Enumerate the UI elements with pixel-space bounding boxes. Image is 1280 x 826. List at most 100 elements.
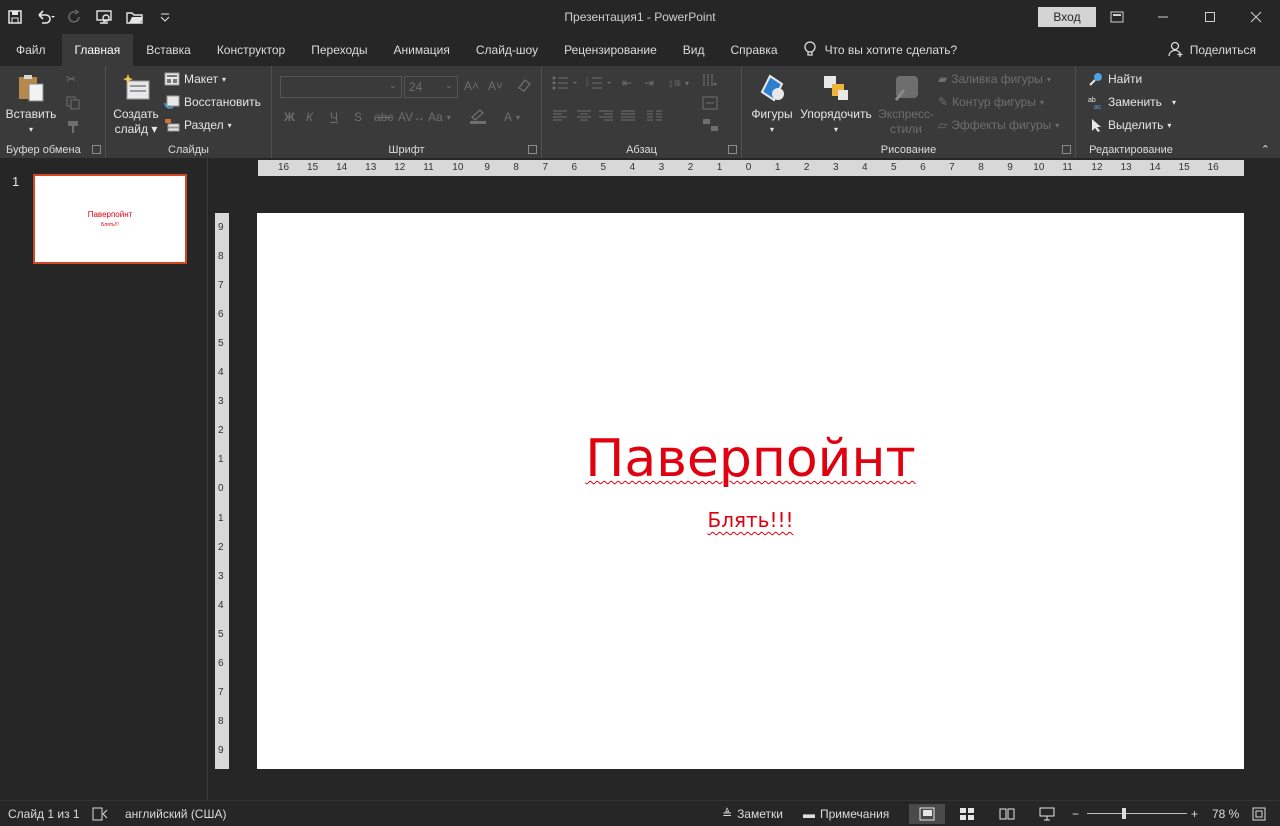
select-button[interactable]: Выделить ▾ <box>1088 118 1171 132</box>
language-indicator[interactable]: английский (США) <box>125 801 226 826</box>
reset-button[interactable]: Восстановить <box>164 95 261 109</box>
paste-button[interactable]: Вставить ▾ <box>6 72 56 137</box>
arrange-label: Упорядочить <box>800 107 872 121</box>
tab-home[interactable]: Главная <box>61 34 134 66</box>
zoom-level[interactable]: 78 % <box>1212 801 1239 826</box>
redo-icon[interactable] <box>60 0 90 34</box>
slide-sorter-view-icon[interactable] <box>949 804 985 824</box>
normal-view-icon[interactable] <box>909 804 945 824</box>
align-center-icon[interactable] <box>576 110 592 122</box>
comments-button[interactable]: ▬ Примечания <box>803 801 889 826</box>
font-color-icon[interactable]: A ▾ <box>504 110 520 124</box>
text-direction-icon[interactable] <box>702 72 718 90</box>
shape-fill-button[interactable]: ▰ Заливка фигуры ▾ <box>938 72 1051 86</box>
char-spacing-icon[interactable]: AV↔ <box>398 110 425 124</box>
tab-transitions[interactable]: Переходы <box>298 34 380 66</box>
save-icon[interactable] <box>0 0 30 34</box>
section-button[interactable]: Раздел ▾ <box>164 118 232 132</box>
change-case-button[interactable]: Aa ▾ <box>428 110 451 124</box>
tab-file[interactable]: Файл <box>0 34 62 66</box>
italic-button[interactable]: К <box>306 110 313 124</box>
tab-insert[interactable]: Вставка <box>133 34 204 66</box>
start-slideshow-icon[interactable] <box>90 0 120 34</box>
notes-button[interactable]: ≜ Заметки <box>722 801 783 826</box>
highlight-color-icon[interactable] <box>468 108 490 124</box>
shape-outline-button[interactable]: ✎ Контур фигуры ▾ <box>938 95 1044 109</box>
align-right-icon[interactable] <box>598 110 614 122</box>
smartart-icon[interactable] <box>702 118 720 132</box>
slideshow-view-icon[interactable] <box>1029 804 1065 824</box>
format-painter-icon[interactable] <box>66 120 80 134</box>
tell-me-box[interactable]: Что вы хотите сделать? <box>791 40 957 60</box>
copy-icon[interactable] <box>66 96 80 110</box>
align-left-icon[interactable] <box>552 110 568 122</box>
clear-formatting-icon[interactable] <box>516 78 532 92</box>
collapse-ribbon-icon[interactable]: ⌃ <box>1261 143 1270 156</box>
new-slide-button[interactable]: Создать слайд ▾ <box>110 72 162 137</box>
tab-view[interactable]: Вид <box>670 34 718 66</box>
ruler-number: 4 <box>629 162 636 173</box>
layout-button[interactable]: Макет ▾ <box>164 72 226 86</box>
line-spacing-icon[interactable]: ↕≡ ▾ <box>668 76 689 90</box>
clipboard-launcher-icon[interactable] <box>92 145 101 154</box>
signin-button[interactable]: Вход <box>1038 7 1096 27</box>
zoom-out-button[interactable]: − <box>1072 801 1079 826</box>
font-name-dropdown-icon[interactable]: ⌄ <box>389 80 397 91</box>
drawing-launcher-icon[interactable] <box>1062 145 1071 154</box>
shapes-button[interactable]: Фигуры ▾ <box>748 72 796 137</box>
increase-font-icon[interactable]: A˄ <box>464 79 479 93</box>
increase-indent-icon[interactable]: ⇥ <box>644 76 654 90</box>
cut-icon[interactable]: ✂ <box>66 72 76 86</box>
shape-effects-button[interactable]: ▱ Эффекты фигуры ▾ <box>938 118 1059 132</box>
zoom-in-button[interactable]: + <box>1191 801 1198 826</box>
bullets-icon[interactable] <box>552 76 580 90</box>
replace-button[interactable]: ab ac Заменить ▾ <box>1088 95 1176 109</box>
maximize-icon[interactable] <box>1187 0 1233 34</box>
font-size-dropdown-icon[interactable]: ⌄ <box>445 80 453 91</box>
section-label: Раздел <box>184 118 224 132</box>
zoom-slider-thumb[interactable] <box>1122 808 1126 819</box>
undo-icon[interactable] <box>30 0 60 34</box>
ribbon-display-options-icon[interactable] <box>1094 0 1140 34</box>
minimize-icon[interactable] <box>1140 0 1186 34</box>
quick-styles-button[interactable]: Экспресс- стили <box>876 72 936 137</box>
decrease-indent-icon[interactable]: ⇤ <box>622 76 632 90</box>
decrease-font-icon[interactable]: A˅ <box>488 79 503 93</box>
tab-slideshow[interactable]: Слайд-шоу <box>463 34 551 66</box>
fit-to-window-icon[interactable] <box>1252 801 1266 826</box>
quick-styles-label-2: стили <box>890 122 922 136</box>
tab-animations[interactable]: Анимация <box>381 34 463 66</box>
justify-icon[interactable] <box>620 110 636 122</box>
shapes-icon <box>760 74 784 102</box>
reading-view-icon[interactable] <box>989 804 1025 824</box>
close-icon[interactable] <box>1233 0 1279 34</box>
open-folder-icon[interactable] <box>120 0 150 34</box>
vertical-ruler[interactable]: 9 8 7 6 5 4 3 2 1 0 1 2 3 4 5 6 7 8 9 <box>215 213 229 769</box>
font-name-input[interactable]: ⌄ <box>280 76 402 98</box>
slide-thumbnail[interactable]: Паверпойнт Блять!!! <box>33 174 187 264</box>
underline-button[interactable]: Ч <box>330 110 338 124</box>
share-button[interactable]: Поделиться <box>1168 34 1256 66</box>
align-text-icon[interactable] <box>702 96 720 110</box>
strikethrough-icon[interactable]: abc <box>374 110 393 124</box>
slide-canvas[interactable]: Паверпойнт Блять!!! <box>257 213 1244 769</box>
tab-review[interactable]: Рецензирование <box>551 34 670 66</box>
zoom-slider-track[interactable] <box>1087 813 1187 814</box>
customize-qat-icon[interactable] <box>150 0 180 34</box>
tab-help[interactable]: Справка <box>717 34 790 66</box>
columns-icon[interactable] <box>646 110 668 122</box>
horizontal-ruler[interactable]: 16 15 14 13 12 11 10 9 8 7 6 5 4 3 2 1 0 1 2 3 4 5 6 7 8 9 10 11 12 1… <box>258 160 1244 176</box>
accessibility-icon[interactable] <box>92 801 108 826</box>
slide-title[interactable]: Паверпойнт <box>257 426 1244 492</box>
numbering-icon[interactable]: 12 <box>586 76 614 90</box>
slide-subtitle[interactable]: Блять!!! <box>257 508 1244 532</box>
font-launcher-icon[interactable] <box>528 145 537 154</box>
paste-dropdown-icon[interactable]: ▾ <box>29 122 33 137</box>
font-size-input[interactable]: 24 ⌄ <box>404 76 458 98</box>
find-button[interactable]: Найти <box>1088 72 1142 86</box>
bold-button[interactable]: Ж <box>284 110 295 124</box>
tab-design[interactable]: Конструктор <box>204 34 298 66</box>
shadow-button[interactable]: S <box>354 110 362 124</box>
arrange-button[interactable]: Упорядочить ▾ <box>796 72 876 137</box>
paragraph-launcher-icon[interactable] <box>728 145 737 154</box>
